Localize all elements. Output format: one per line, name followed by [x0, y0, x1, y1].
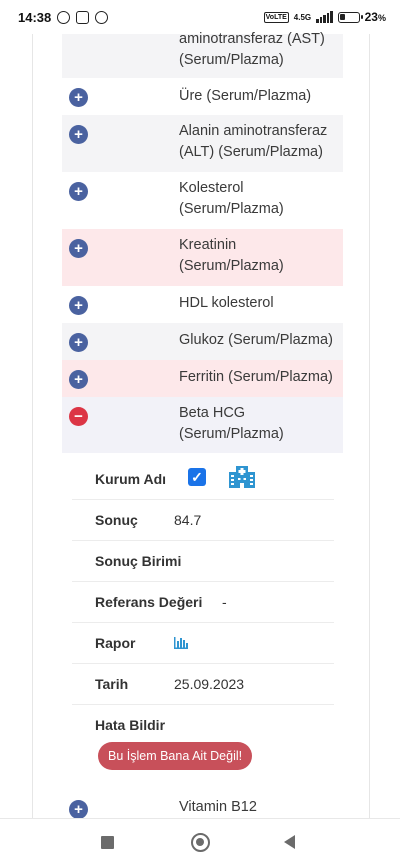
- hospital-building-icon[interactable]: [228, 463, 256, 490]
- test-list: aminotransferaz (AST) (Serum/Plazma) + Ü…: [62, 31, 343, 454]
- detail-row-date: Tarih 25.09.2023: [72, 664, 334, 705]
- signal-icon: [316, 11, 333, 23]
- test-row-kreatinin[interactable]: + Kreatinin (Serum/Plazma): [62, 229, 343, 286]
- battery-percent: 23%: [364, 10, 386, 24]
- home-icon[interactable]: [191, 833, 210, 852]
- bar-chart-icon[interactable]: [174, 635, 188, 649]
- detail-row-institution: Kurum Adı ✓: [72, 459, 334, 500]
- test-row-hdl[interactable]: + HDL kolesterol: [62, 286, 343, 323]
- error-label: Hata Bildir: [95, 717, 166, 733]
- detail-row-error: Hata Bildir: [72, 705, 334, 746]
- system-nav-bar: [0, 818, 400, 866]
- not-mine-button[interactable]: Bu İşlem Bana Ait Değil!: [98, 742, 253, 770]
- expand-plus-icon[interactable]: +: [69, 333, 88, 352]
- test-name: Vitamin B12: [179, 799, 257, 815]
- result-value: 84.7: [174, 512, 202, 528]
- test-name: aminotransferaz (AST) (Serum/Plazma): [179, 31, 325, 68]
- status-time: 14:38: [18, 9, 52, 25]
- test-name: Alanin aminotransferaz (ALT) (Serum/Plaz…: [179, 123, 328, 160]
- expand-plus-icon[interactable]: +: [69, 370, 88, 389]
- expand-plus-icon[interactable]: +: [69, 800, 88, 818]
- expand-plus-icon[interactable]: +: [69, 182, 88, 201]
- test-name: Kreatinin (Serum/Plazma): [179, 237, 284, 274]
- recents-icon[interactable]: [101, 836, 114, 849]
- test-row-glukoz[interactable]: + Glukoz (Serum/Plazma): [62, 323, 343, 360]
- alarm-icon: [57, 10, 71, 24]
- network-type: 4.5G: [293, 12, 312, 22]
- test-row-vitamin-b12[interactable]: + Vitamin B12: [62, 796, 343, 818]
- test-row-ast[interactable]: aminotransferaz (AST) (Serum/Plazma): [62, 31, 343, 78]
- test-name: HDL kolesterol: [179, 295, 274, 311]
- report-label: Rapor: [95, 635, 136, 651]
- expand-plus-icon[interactable]: +: [69, 239, 88, 258]
- collapse-minus-icon[interactable]: −: [69, 407, 88, 426]
- test-detail-panel: Kurum Adı ✓ Sonuç 84.7 Sonuç Birimi Refe…: [62, 453, 343, 796]
- test-row-kolesterol[interactable]: + Kolesterol (Serum/Plazma): [62, 172, 343, 229]
- expand-plus-icon[interactable]: +: [69, 125, 88, 144]
- reference-label: Referans Değeri: [95, 594, 203, 610]
- detail-row-report: Rapor: [72, 623, 334, 664]
- test-name: Üre (Serum/Plazma): [179, 88, 312, 104]
- test-name: Beta HCG (Serum/Plazma): [179, 405, 284, 442]
- test-row-alt[interactable]: + Alanin aminotransferaz (ALT) (Serum/Pl…: [62, 115, 343, 172]
- test-row-ferritin[interactable]: + Ferritin (Serum/Plazma): [62, 360, 343, 397]
- compass-icon: [95, 10, 109, 24]
- test-row-ure[interactable]: + Üre (Serum/Plazma): [62, 78, 343, 115]
- date-value: 25.09.2023: [174, 676, 245, 692]
- date-label: Tarih: [95, 676, 129, 692]
- volte-icon: VoLTE: [263, 11, 289, 23]
- detail-row-unit: Sonuç Birimi: [72, 541, 334, 582]
- battery-icon: [337, 11, 363, 23]
- checkmark-icon: ✓: [191, 468, 203, 485]
- result-label: Sonuç: [95, 512, 138, 528]
- expand-plus-icon[interactable]: +: [69, 296, 88, 315]
- test-name: Ferritin (Serum/Plazma): [179, 369, 333, 385]
- test-row-beta-hcg[interactable]: − Beta HCG (Serum/Plazma): [62, 397, 343, 454]
- institution-checkbox[interactable]: ✓: [188, 468, 206, 486]
- expand-plus-icon[interactable]: +: [69, 88, 88, 107]
- test-name: Kolesterol (Serum/Plazma): [179, 180, 284, 217]
- back-icon[interactable]: [284, 835, 295, 849]
- reference-value: -: [222, 594, 227, 610]
- institution-label: Kurum Adı: [95, 471, 167, 487]
- unit-label: Sonuç Birimi: [95, 553, 182, 569]
- test-name: Glukoz (Serum/Plazma): [179, 332, 333, 348]
- instagram-icon: [76, 10, 90, 24]
- detail-row-reference: Referans Değeri -: [72, 582, 334, 623]
- detail-row-result: Sonuç 84.7: [72, 500, 334, 541]
